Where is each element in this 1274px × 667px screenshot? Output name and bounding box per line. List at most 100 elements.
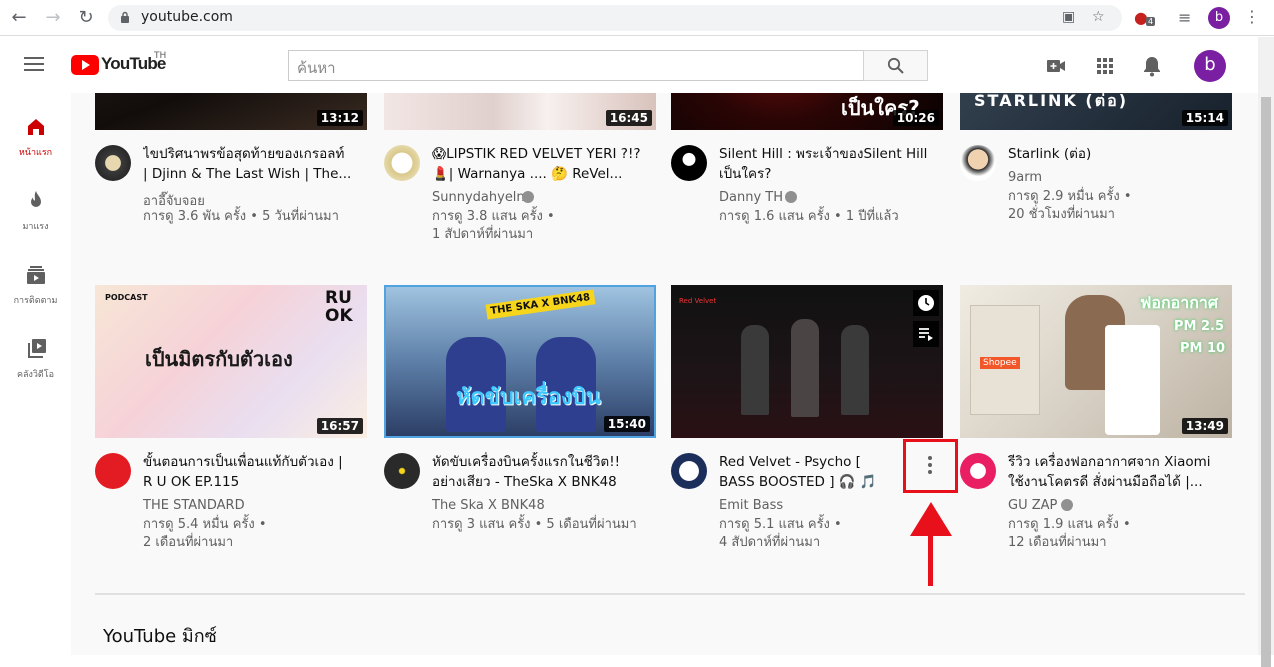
video-duration: 16:45: [605, 110, 652, 126]
video-meta: 4 สัปดาห์ที่ผ่านมา: [719, 535, 821, 550]
thumbnail-purifier: [1105, 325, 1160, 435]
video-title[interactable]: หัดขับเครื่องบินครั้งแรกในชีวิต!! อย่างเ…: [432, 452, 642, 492]
thumbnail-text: เป็นมิตรกับตัวเอง: [145, 347, 293, 371]
channel-avatar[interactable]: [384, 145, 420, 181]
channel-name[interactable]: Danny TH: [719, 190, 783, 205]
url-text: youtube.com: [141, 9, 233, 25]
search-button[interactable]: [863, 50, 928, 81]
verified-badge-icon: [785, 191, 797, 203]
subscriptions-icon: [26, 266, 45, 284]
forward-icon[interactable]: →: [42, 8, 64, 28]
video-meta: 2 เดือนที่ผ่านมา: [143, 535, 234, 550]
channel-avatar[interactable]: [671, 145, 707, 181]
channel-name[interactable]: The Ska X BNK48: [432, 498, 545, 513]
thumbnail-text: Red Velvet: [679, 297, 717, 305]
thumbnail-figure: [791, 319, 819, 417]
video-thumbnail[interactable]: PODCAST RU OK เป็นมิตรกับตัวเอง 16:57: [95, 285, 367, 438]
video-title[interactable]: Red Velvet - Psycho [ BASS BOOSTED ] 🎧 🎵: [719, 452, 899, 492]
channel-avatar[interactable]: [960, 453, 996, 489]
thumbnail-text: THE SKA X BNK48: [485, 289, 596, 320]
add-to-queue-button[interactable]: [913, 321, 939, 347]
video-title[interactable]: ขั้นตอนการเป็นเพื่อนแท้กับตัวเอง | R U O…: [143, 452, 353, 492]
thumbnail-text: PODCAST: [105, 293, 148, 302]
thumbnail-figure: [741, 325, 769, 415]
video-meta: 12 เดือนที่ผ่านมา: [1008, 535, 1107, 550]
video-title[interactable]: Silent Hill : พระเจ้าของSilent Hill เป็น…: [719, 144, 929, 184]
youtube-header: YouTube TH ค้นหา b: [0, 37, 1258, 93]
sidebar-item-label: มาแรง: [22, 222, 49, 232]
sidebar-item-trending[interactable]: มาแรง: [0, 189, 71, 233]
extension-badge: 4: [1146, 17, 1156, 26]
thumbnail-text: ฟอกอากาศ: [1140, 293, 1219, 312]
search-icon: [887, 57, 904, 74]
channel-name[interactable]: GU ZAP: [1008, 498, 1057, 513]
annotation-arrow-shaft: [928, 528, 933, 586]
sidebar-item-subscriptions[interactable]: การติดตาม: [0, 263, 71, 307]
channel-name[interactable]: Emit Bass: [719, 498, 783, 513]
video-thumbnail[interactable]: STARLINK (ต่อ) 15:14: [960, 93, 1232, 130]
search-input[interactable]: ค้นหา: [288, 50, 864, 81]
video-title[interactable]: รีวิว เครื่องฟอกอากาศจาก Xiaomi ใช้งานโค…: [1008, 452, 1230, 492]
thumbnail-text: Shopee: [980, 357, 1020, 369]
video-meta: การดู 2.9 หมื่น ครั้ง •: [1008, 189, 1132, 204]
clock-icon: [918, 295, 934, 311]
media-control-icon[interactable]: ≡: [1178, 8, 1191, 27]
page-scrollbar[interactable]: [1258, 37, 1274, 667]
video-meta: การดู 3.8 แสน ครั้ง •: [432, 209, 555, 224]
video-thumbnail[interactable]: 16:45: [384, 93, 656, 130]
account-avatar[interactable]: b: [1194, 50, 1226, 82]
sidebar: หน้าแรก มาแรง การติดตาม คลังวิดีโอ: [0, 93, 71, 655]
apps-grid-icon[interactable]: [1094, 55, 1116, 77]
channel-avatar[interactable]: [960, 145, 996, 181]
browser-menu-icon[interactable]: ⋮: [1244, 7, 1260, 26]
video-thumbnail[interactable]: 13:12: [95, 93, 367, 130]
video-meta: การดู 1.6 แสน ครั้ง • 1 ปีที่แล้ว: [719, 209, 899, 224]
channel-name[interactable]: THE STANDARD: [143, 498, 245, 513]
video-duration: 13:49: [1181, 418, 1228, 434]
video-thumbnail[interactable]: THE SKA X BNK48 หัดขับเครื่องบิน 15:40: [384, 285, 656, 438]
sidebar-item-label: คลังวิดีโอ: [16, 370, 55, 380]
section-divider: [95, 593, 1245, 595]
sidebar-item-library[interactable]: คลังวิดีโอ: [0, 337, 71, 381]
video-title[interactable]: ไขปริศนาพรข้อสุดท้ายของเกรอลท์ | Djinn &…: [143, 144, 353, 184]
channel-avatar[interactable]: [384, 453, 420, 489]
scrollbar-thumb[interactable]: [1261, 97, 1271, 667]
lock-icon: [121, 11, 129, 23]
sidebar-item-label: หน้าแรก: [18, 148, 53, 158]
thumbnail-text: STARLINK (ต่อ): [974, 93, 1129, 110]
queue-icon: [919, 328, 933, 341]
youtube-play-icon: [71, 55, 99, 75]
video-title[interactable]: 😱LIPSTIK RED VELVET YERI ?!?💄| Warnanya …: [432, 144, 642, 184]
video-duration: 10:26: [892, 110, 939, 126]
thumbnail-figure: [841, 325, 869, 415]
video-thumbnail[interactable]: เป็นใคร? 10:26: [671, 93, 943, 130]
create-video-icon[interactable]: [1045, 55, 1067, 77]
home-icon: [27, 119, 44, 135]
thumbnail-text: PM 2.5: [1174, 319, 1225, 334]
channel-avatar[interactable]: [95, 145, 131, 181]
channel-name[interactable]: 9arm: [1008, 170, 1042, 185]
address-bar[interactable]: youtube.com ▣ ☆: [108, 5, 1122, 31]
video-title[interactable]: Starlink (ต่อ): [1008, 144, 1218, 164]
watch-later-button[interactable]: [913, 290, 939, 316]
library-icon: [27, 339, 46, 358]
notifications-bell-icon[interactable]: [1141, 55, 1163, 77]
video-duration: 13:12: [316, 110, 363, 126]
bookmark-star-icon[interactable]: ☆: [1092, 9, 1105, 25]
video-duration: 15:40: [603, 416, 650, 432]
country-code: TH: [154, 51, 167, 61]
browser-profile-avatar[interactable]: b: [1208, 7, 1230, 29]
channel-name[interactable]: Sunnydahyeln: [432, 190, 525, 205]
channel-avatar[interactable]: [671, 453, 707, 489]
channel-avatar[interactable]: [95, 453, 131, 489]
sidebar-item-home[interactable]: หน้าแรก: [0, 115, 71, 159]
reload-icon[interactable]: ↻: [75, 8, 97, 28]
hamburger-menu-icon[interactable]: [24, 57, 44, 75]
back-icon[interactable]: ←: [8, 8, 30, 28]
video-thumbnail[interactable]: Red Velvet: [671, 285, 943, 438]
translate-icon[interactable]: ▣: [1062, 9, 1075, 25]
verified-badge-icon: [522, 191, 534, 203]
thumbnail-text: RU OK: [325, 288, 353, 326]
video-thumbnail[interactable]: Shopee ฟอกอากาศ PM 2.5 PM 10 13:49: [960, 285, 1232, 438]
video-meta: การดู 5.1 แสน ครั้ง •: [719, 517, 842, 532]
